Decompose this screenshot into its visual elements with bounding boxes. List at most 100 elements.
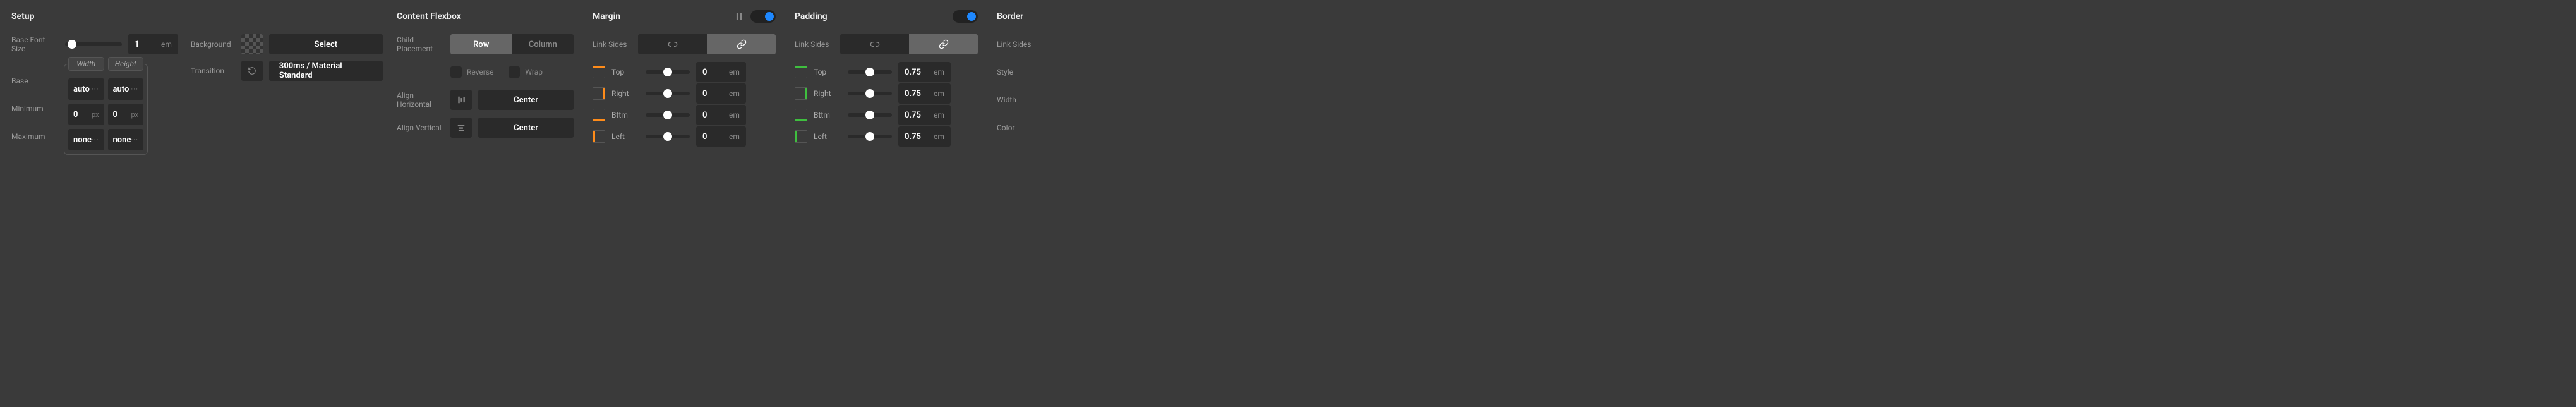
wrap-checkbox[interactable] (509, 66, 520, 78)
padding-sides-slider-right[interactable] (848, 92, 892, 95)
margin-sides-row-bottom: Bttm 0 em (593, 104, 776, 126)
flex-title: Content Flexbox (397, 9, 574, 23)
margin-header-icon[interactable] (733, 10, 745, 23)
margin-sides-swatch-top (593, 66, 605, 78)
padding-sides-label-right: Right (814, 89, 841, 98)
margin-sides-swatch-bottom (593, 109, 605, 121)
margin-sides-label-right: Right (611, 89, 639, 98)
padding-toggle[interactable] (953, 10, 978, 23)
margin-sides-value-top[interactable]: 0 em (696, 62, 746, 82)
margin-link-unlinked[interactable] (638, 34, 707, 54)
margin-sides-slider-top[interactable] (646, 70, 690, 74)
margin-sides-label-bottom: Bttm (611, 111, 639, 119)
margin-title: Margin (593, 11, 620, 21)
padding-link-segmented (840, 34, 978, 54)
padding-sides-row-top: Top 0.75 em (795, 61, 978, 83)
transition-reset-icon[interactable] (241, 61, 263, 81)
padding-sides-list: Top 0.75 em Right 0.75 em Bttm 0.75 em L… (795, 61, 978, 147)
border-width-label: Width (997, 95, 1036, 104)
padding-link-linked[interactable] (909, 34, 978, 54)
base-font-value[interactable]: 1 em (128, 34, 178, 54)
padding-link-unlinked[interactable] (840, 34, 909, 54)
padding-sides-swatch-left (795, 130, 807, 143)
dim-min-width[interactable]: 0px (68, 104, 104, 125)
margin-sides-label-top: Top (611, 68, 639, 76)
margin-sides-label-left: Left (611, 132, 639, 141)
padding-sides-value-top[interactable]: 0.75 em (898, 62, 951, 82)
dim-base-label: Base (11, 70, 59, 92)
align-h-icon[interactable] (450, 90, 472, 110)
panel-padding: Padding Link Sides Top 0.75 em (795, 9, 978, 398)
dim-max-label: Maximum (11, 126, 59, 147)
panel-margin: Margin Link Sides Top (593, 9, 776, 398)
border-title: Border (997, 11, 1023, 21)
margin-sides-swatch-left (593, 130, 605, 143)
dim-base-height[interactable]: auto··· (108, 78, 144, 100)
dim-max-height[interactable]: none··· (108, 129, 144, 150)
setup-title: Setup (11, 9, 378, 23)
dim-max-width[interactable]: none··· (68, 129, 104, 150)
wrap-label: Wrap (525, 68, 543, 76)
padding-sides-row-left: Left 0.75 em (795, 126, 978, 147)
margin-sides-value-left[interactable]: 0 em (696, 126, 746, 147)
seg-row[interactable]: Row (450, 34, 512, 54)
margin-sides-row-left: Left 0 em (593, 126, 776, 147)
padding-sides-swatch-top (795, 66, 807, 78)
margin-link-segmented (638, 34, 776, 54)
dim-min-label: Minimum (11, 98, 59, 119)
padding-sides-label-left: Left (814, 132, 841, 141)
dim-header-height: Height (108, 57, 144, 71)
padding-sides-row-right: Right 0.75 em (795, 83, 978, 104)
padding-sides-slider-left[interactable] (848, 135, 892, 138)
border-color-label: Color (997, 123, 1036, 132)
padding-sides-value-bottom[interactable]: 0.75 em (898, 105, 951, 125)
align-h-label: Align Horizontal (397, 91, 444, 109)
align-v-label: Align Vertical (397, 123, 444, 132)
margin-sides-slider-right[interactable] (646, 92, 690, 95)
margin-sides-value-right[interactable]: 0 em (696, 83, 746, 104)
margin-link-label: Link Sides (593, 40, 632, 49)
child-placement-label: Child Placement (397, 35, 444, 54)
dimension-table: Width Height auto··· auto··· 0px 0px n (64, 64, 148, 155)
panel-border: Border Link Sides Style Width Color (997, 9, 1041, 398)
margin-toggle[interactable] (750, 10, 776, 23)
padding-link-label: Link Sides (795, 40, 834, 49)
padding-title: Padding (795, 11, 828, 21)
margin-sides-row-right: Right 0 em (593, 83, 776, 104)
align-h-button[interactable]: Center (478, 90, 574, 110)
transition-button[interactable]: 300ms / Material Standard (269, 61, 383, 81)
reverse-checkbox[interactable] (450, 66, 462, 78)
margin-sides-row-top: Top 0 em (593, 61, 776, 83)
border-link-label: Link Sides (997, 40, 1036, 49)
reverse-label: Reverse (467, 68, 493, 76)
margin-link-linked[interactable] (707, 34, 776, 54)
child-placement-segmented: Row Column (450, 34, 574, 54)
padding-sides-slider-bottom[interactable] (848, 113, 892, 117)
padding-sides-slider-top[interactable] (848, 70, 892, 74)
padding-sides-value-right[interactable]: 0.75 em (898, 83, 951, 104)
padding-sides-value-left[interactable]: 0.75 em (898, 126, 951, 147)
margin-sides-slider-left[interactable] (646, 135, 690, 138)
margin-sides-value-bottom[interactable]: 0 em (696, 105, 746, 125)
padding-sides-swatch-bottom (795, 109, 807, 121)
panel-flexbox: Content Flexbox Child Placement Row Colu… (397, 9, 574, 398)
background-swatch[interactable] (241, 34, 263, 54)
background-label: Background (191, 40, 235, 49)
margin-sides-slider-bottom[interactable] (646, 113, 690, 117)
align-v-button[interactable]: Center (478, 118, 574, 138)
dim-header-width: Width (68, 57, 104, 71)
padding-sides-label-bottom: Bttm (814, 111, 841, 119)
panel-setup: Setup Base Font Size 1 em Base (11, 9, 378, 398)
padding-sides-label-top: Top (814, 68, 841, 76)
dim-min-height[interactable]: 0px (108, 104, 144, 125)
background-select-button[interactable]: Select (269, 34, 383, 54)
padding-sides-swatch-right (795, 87, 807, 100)
dim-base-width[interactable]: auto··· (68, 78, 104, 100)
base-font-slider[interactable] (65, 42, 122, 46)
padding-sides-row-bottom: Bttm 0.75 em (795, 104, 978, 126)
seg-column[interactable]: Column (512, 34, 574, 54)
margin-sides-list: Top 0 em Right 0 em Bttm 0 em Left (593, 61, 776, 147)
align-v-icon[interactable] (450, 118, 472, 138)
border-style-label: Style (997, 68, 1036, 76)
margin-sides-swatch-right (593, 87, 605, 100)
